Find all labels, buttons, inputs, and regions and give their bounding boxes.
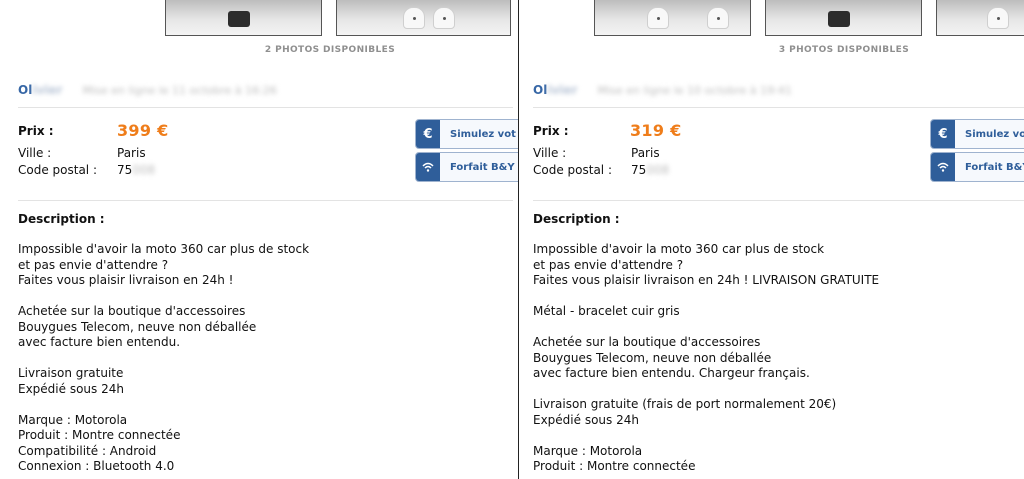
description-title: Description : — [533, 212, 620, 226]
seller-name-redacted: ivier — [32, 83, 63, 97]
postal-code-redacted: 008 — [132, 163, 156, 177]
photo-thumbnail[interactable] — [594, 0, 751, 36]
description-line: Marque : Motorola — [18, 412, 128, 427]
description-line: Bouygues Telecom, neuve non déballée — [533, 350, 772, 365]
euro-icon: € — [931, 120, 955, 148]
city-value: Paris — [631, 146, 660, 160]
description-line: Livraison gratuite (frais de port normal… — [533, 397, 837, 411]
description-line: Faites vous plaisir livraison en 24h ! L… — [533, 273, 880, 287]
listing-date-redacted: Mise en ligne le 11 octobre à 16:26 — [82, 84, 277, 97]
mobile-plan-button[interactable]: Forfait B&Y — [930, 152, 1024, 182]
description-text: Impossible d'avoir la moto 360 car plus … — [533, 242, 879, 475]
description-text: Impossible d'avoir la moto 360 car plus … — [18, 242, 309, 475]
price-label: Prix : — [533, 124, 569, 138]
description-line: Produit : Montre connectée — [533, 459, 696, 473]
postal-code-label: Code postal : — [18, 163, 97, 177]
watch-dock-image — [707, 7, 729, 29]
simulate-credit-button[interactable]: € Simulez vo — [930, 119, 1024, 149]
description-line: Faites vous plaisir livraison en 24h ! — [18, 273, 234, 287]
price-value: 319 € — [630, 121, 682, 140]
seller-name[interactable]: Olivier Mise en ligne le 11 octobre à 16… — [18, 83, 277, 97]
description-line: Expédié sous 24h — [18, 381, 124, 396]
mobile-plan-button[interactable]: Forfait B&Y — [415, 152, 518, 182]
listing-panel-left: 2 PHOTOS DISPONIBLES Olivier Mise en lig… — [0, 0, 518, 479]
postal-code-redacted: 008 — [646, 163, 670, 177]
description-line: Achetée sur la boutique d'accessoires — [533, 335, 761, 349]
divider — [533, 200, 1024, 201]
description-line: Connexion : Bluetooth 4.0 — [18, 459, 175, 473]
divider — [18, 200, 513, 201]
divider — [18, 107, 513, 108]
photo-thumbnail[interactable] — [165, 0, 322, 36]
photo-thumbnail[interactable] — [936, 0, 1024, 36]
seller-name[interactable]: Olivier Mise en ligne le 10 octobre à 19… — [533, 83, 792, 97]
postal-code-value: 75008 — [117, 163, 156, 177]
listing-panel-right: 3 PHOTOS DISPONIBLES Olivier Mise en lig… — [520, 0, 1024, 479]
description-line: Impossible d'avoir la moto 360 car plus … — [533, 242, 825, 256]
description-line: Expédié sous 24h — [533, 412, 639, 427]
watch-dock-image — [433, 7, 455, 29]
price-value: 399 € — [117, 121, 169, 140]
description-line: Achetée sur la boutique d'accessoires — [18, 304, 246, 318]
city-label: Ville : — [18, 146, 52, 160]
city-label: Ville : — [533, 146, 567, 160]
simulate-credit-button[interactable]: € Simulez vot — [415, 119, 518, 149]
euro-icon: € — [416, 120, 440, 148]
watch-dock-image — [987, 7, 1009, 29]
description-line: Impossible d'avoir la moto 360 car plus … — [18, 242, 310, 256]
description-line: Produit : Montre connectée — [18, 428, 181, 442]
watch-box-image — [828, 11, 850, 27]
listing-date-redacted: Mise en ligne le 10 octobre à 19:41 — [597, 84, 792, 97]
watch-dock-image — [403, 7, 425, 29]
wifi-icon — [931, 153, 955, 181]
postal-code-label: Code postal : — [533, 163, 612, 177]
description-line: et pas envie d'attendre ? — [533, 257, 684, 272]
photo-thumbnail[interactable] — [336, 0, 511, 36]
description-line: avec facture bien entendu. — [18, 335, 181, 349]
seller-name-redacted: ivier — [547, 83, 578, 97]
photos-count[interactable]: 2 PHOTOS DISPONIBLES — [200, 45, 460, 55]
price-label: Prix : — [18, 124, 54, 138]
description-line: Compatibilité : Android — [18, 443, 157, 458]
description-line: Marque : Motorola — [533, 443, 643, 458]
description-line: Bouygues Telecom, neuve non déballée — [18, 319, 257, 334]
city-value: Paris — [117, 146, 146, 160]
photo-thumbnail[interactable] — [765, 0, 922, 36]
photos-count[interactable]: 3 PHOTOS DISPONIBLES — [714, 45, 974, 55]
description-title: Description : — [18, 212, 105, 226]
description-line: Métal - bracelet cuir gris — [533, 304, 680, 318]
comparison-divider — [518, 0, 519, 479]
watch-dock-image — [647, 7, 669, 29]
wifi-icon — [416, 153, 440, 181]
description-line: Livraison gratuite — [18, 366, 124, 380]
description-line: avec facture bien entendu. Chargeur fran… — [533, 366, 810, 380]
postal-code-value: 75008 — [631, 163, 670, 177]
watch-box-image — [228, 11, 250, 27]
divider — [533, 107, 1024, 108]
description-line: et pas envie d'attendre ? — [18, 257, 169, 272]
